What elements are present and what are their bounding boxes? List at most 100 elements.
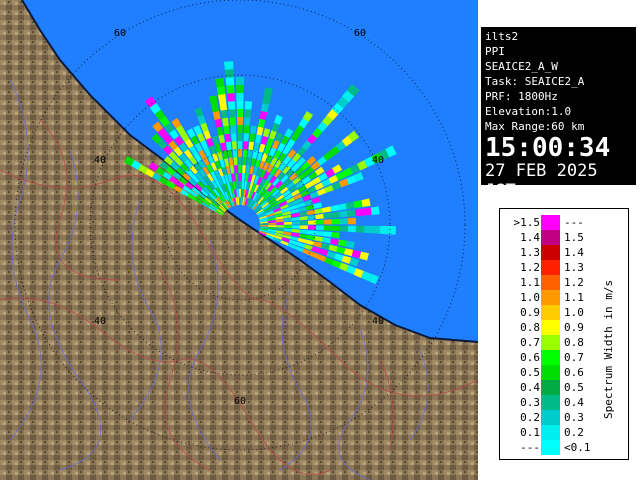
echo-gate [370,206,380,215]
echo-gate [347,217,356,225]
echo-gate [229,117,236,126]
legend-row: --- <0.1 [500,440,628,455]
legend-swatch [541,230,560,245]
legend-upper-value: 0.6 [564,366,584,379]
range-ring-label: 60 [354,28,366,39]
scan-date: 27 FEB 2025 JST [485,161,598,201]
echo-gate [243,125,250,134]
echo-gate [215,77,225,87]
legend-row: 1.0 1.1 [500,290,628,305]
echo-gate [236,93,244,102]
legend-upper-value: 1.1 [564,291,584,304]
echo-gate [243,133,249,142]
legend-lower-value: 0.3 [520,396,540,409]
echo-gate [238,157,242,166]
echo-gate [315,225,324,231]
echo-gate [238,189,242,198]
echo-gate [237,133,243,142]
radar-ppi-map: 60 60 40 40 40 40 60 [0,0,478,480]
legend-lower-value: 0.1 [520,426,540,439]
echo-gate [283,225,292,229]
legend-row: 0.3 0.4 [500,395,628,410]
echo-gate [231,133,237,142]
echo-gate [347,209,356,217]
legend-upper-value: 1.4 [564,246,584,259]
legend-lower-value: 1.1 [520,276,540,289]
echo-gate [331,232,340,239]
legend-lower-value: 1.0 [520,291,540,304]
echo-gate [362,207,372,216]
legend-lower-value: 0.9 [520,306,540,319]
echo-gate [363,225,372,234]
echo-gate [323,219,332,225]
legend-upper-value: 1.0 [564,306,584,319]
legend-swatch [541,350,560,365]
range-ring-label: 60 [114,28,126,39]
legend-upper-value: 0.7 [564,351,584,364]
echo-gate [236,109,244,118]
echo-gate [236,101,244,110]
legend-lower-value: 0.6 [520,351,540,364]
legend-row: 0.8 0.9 [500,320,628,335]
echo-gate [225,77,235,86]
echo-gate [331,225,340,232]
echo-gate [219,101,228,111]
echo-gate [228,109,236,118]
echo-gate [236,85,244,94]
echo-gate [307,220,316,225]
echo-gate [223,61,234,70]
legend-lower-value: 0.4 [520,381,540,394]
legend-swatch [541,380,560,395]
echo-gate [243,141,249,150]
echo-gate [339,210,348,218]
range-ring-label: 40 [94,316,106,327]
echo-gate [331,218,340,225]
echo-gate [237,141,243,150]
color-legend: Spectrum Width in m/s >1.5 --- 1.4 1.5 1.3 1.… [499,208,629,460]
legend-lower-value: 0.7 [520,336,540,349]
legend-upper-value: 1.5 [564,231,584,244]
legend-lower-value: 0.5 [520,366,540,379]
echo-gate [236,117,244,126]
legend-row: 0.6 0.7 [500,350,628,365]
legend-upper-value: <0.1 [564,441,591,454]
legend-upper-value: 0.8 [564,336,584,349]
legend-swatch [541,425,560,440]
legend-lower-value: >1.5 [513,216,541,229]
echo-gate [216,85,226,95]
legend-row: 0.7 0.8 [500,335,628,350]
legend-lower-value: 0.2 [520,411,540,424]
echo-gate [387,226,396,235]
echo-gate [224,69,234,78]
legend-swatch [541,305,560,320]
echo-gate [235,77,245,86]
legend-swatch [541,290,560,305]
prf-line: PRF: 1800Hz [485,90,558,103]
elevation-line: Elevation:1.0 [485,105,572,118]
echo-gate [283,221,292,225]
legend-swatch [541,440,560,455]
echo-gate [339,218,348,225]
range-ring-label: 40 [372,316,384,327]
echo-gate [323,225,332,231]
legend-upper-value: --- [564,216,584,229]
echo-gate [315,219,324,225]
scan-type: PPI [485,45,505,58]
echo-gate [217,93,227,103]
echo-gate [299,220,308,225]
legend-swatch [541,275,560,290]
legend-lower-value: 1.4 [520,231,540,244]
range-ring-label: 40 [372,155,384,166]
legend-lower-value: 1.2 [520,261,540,274]
echo-gate [226,85,235,94]
echo-gate [291,225,300,229]
legend-upper-value: 0.4 [564,396,584,409]
echo-gate [379,225,388,235]
legend-row: 1.2 1.3 [500,260,628,275]
echo-gate [237,125,243,134]
legend-swatch [541,335,560,350]
legend-row: >1.5 --- [500,215,628,230]
echo-gate [244,101,253,110]
echo-gate [239,197,241,206]
legend-swatch [541,410,560,425]
